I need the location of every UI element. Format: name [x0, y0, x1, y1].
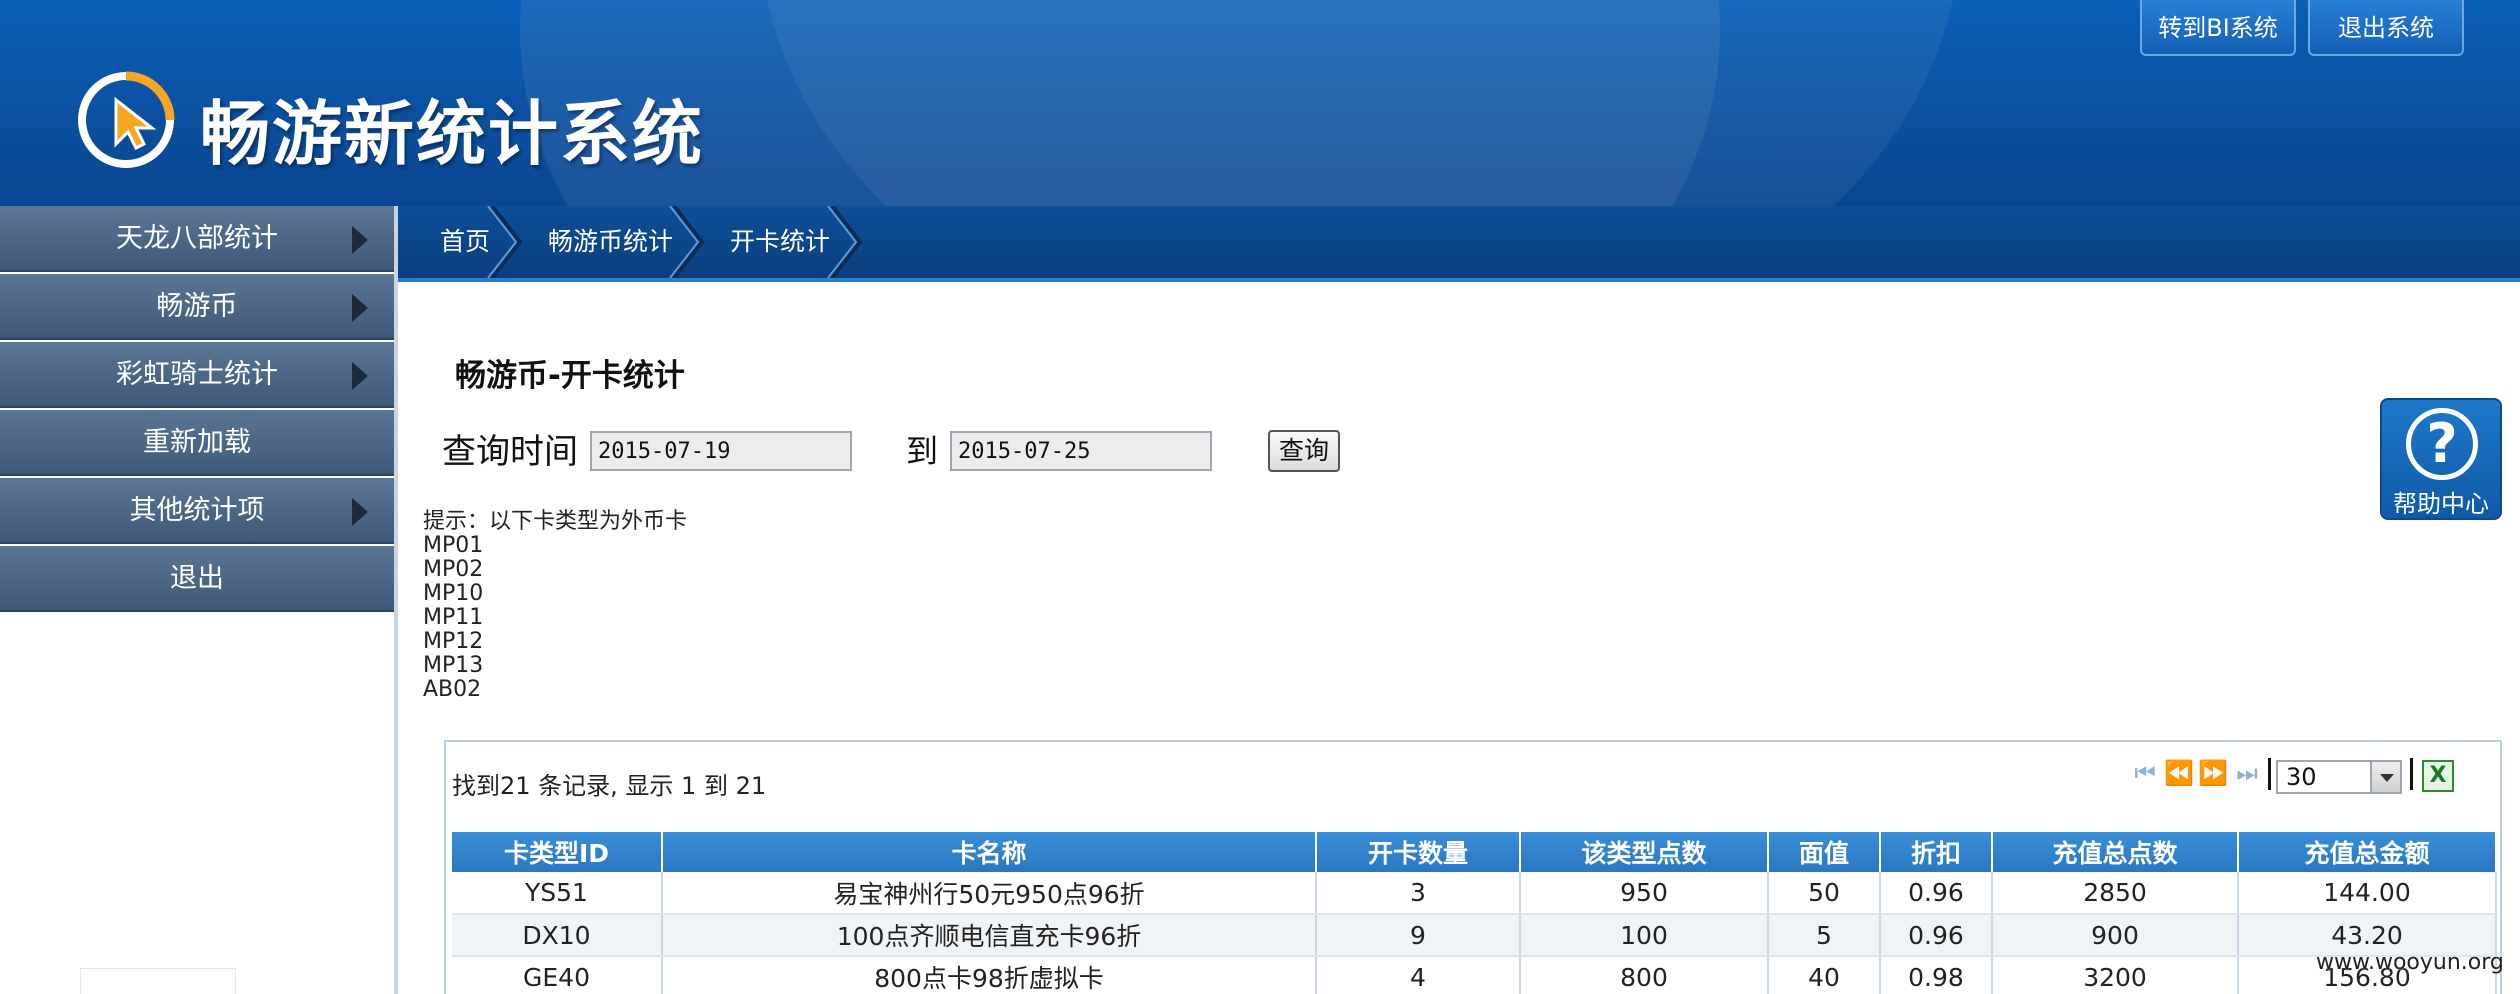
column-header[interactable]: 充值总点数	[1992, 832, 2239, 872]
table-cell: 950	[1520, 872, 1769, 915]
sidebar-item-rainbow-knight[interactable]: 彩虹骑士统计	[0, 342, 394, 408]
table-cell: 900	[1992, 914, 2239, 957]
end-date-input[interactable]	[950, 431, 1212, 471]
table-cell: YS51	[452, 872, 663, 915]
sidebar-item-label: 彩虹骑士统计	[116, 359, 278, 390]
hint-code: MP01	[423, 533, 484, 558]
data-grid: 找到21 条记录, 显示 1 到 21 ⏮ ⏪ ⏩ ⏭ 30 X 卡类型ID 卡…	[444, 740, 2502, 994]
start-date-input[interactable]	[590, 431, 852, 471]
hint-code: MP13	[423, 653, 484, 678]
logout-system-button[interactable]: 退出系统	[2308, 0, 2464, 56]
submenu-arrow-icon	[352, 362, 368, 390]
hint-code: AB02	[423, 677, 482, 702]
table-cell: 50	[1768, 872, 1881, 915]
table-cell: GE40	[452, 956, 663, 994]
table-cell: 5	[1768, 914, 1881, 957]
help-center-label: 帮助中心	[2393, 490, 2489, 518]
breadcrumb: 首页 畅游币统计 开卡统计	[398, 206, 2520, 282]
submenu-arrow-icon	[352, 498, 368, 526]
logo-icon	[78, 71, 175, 168]
hint-code: MP11	[423, 605, 484, 630]
breadcrumb-separator-icon	[827, 206, 863, 278]
column-header[interactable]: 卡名称	[662, 832, 1317, 872]
sidebar-item-tianlong[interactable]: 天龙八部统计	[0, 206, 394, 272]
table-cell: 800	[1520, 956, 1769, 994]
go-to-bi-button[interactable]: 转到BI系统	[2140, 0, 2296, 56]
breadcrumb-card-stats[interactable]: 开卡统计	[730, 206, 830, 278]
sidebar-divider	[394, 206, 398, 994]
table-cell: 2850	[1992, 872, 2239, 915]
app-header: 畅游新统计系统 转到BI系统 退出系统	[0, 0, 2520, 206]
table-cell: 易宝神州行50元950点96折	[662, 872, 1317, 915]
table-cell: 3	[1316, 872, 1521, 915]
table-row[interactable]: GE40 800点卡98折虚拟卡 4 800 40 0.98 3200 156.…	[452, 956, 2497, 994]
column-header[interactable]: 卡类型ID	[452, 832, 663, 872]
pager-divider	[2410, 758, 2413, 790]
sidebar-item-label: 其他统计项	[129, 495, 265, 526]
sidebar-item-exit[interactable]: 退出	[0, 546, 394, 612]
question-icon: ?	[2406, 408, 2478, 480]
table-cell: 0.96	[1880, 872, 1993, 915]
table-cell: 800点卡98折虚拟卡	[662, 956, 1317, 994]
table-cell: 0.98	[1880, 956, 1993, 994]
column-header[interactable]: 折扣	[1880, 832, 1993, 872]
submenu-arrow-icon	[352, 294, 368, 322]
to-label: 到	[906, 432, 939, 470]
first-page-icon[interactable]: ⏮	[2130, 758, 2160, 788]
sidebar-item-label: 退出	[170, 563, 224, 594]
help-center-button[interactable]: ? 帮助中心	[2380, 398, 2502, 520]
excel-export-icon[interactable]: X	[2422, 760, 2454, 792]
column-header[interactable]: 充值总金额	[2238, 832, 2497, 872]
table-cell: DX10	[452, 914, 663, 957]
breadcrumb-separator-icon	[669, 206, 705, 278]
hint-code: MP10	[423, 581, 484, 606]
table-cell: 3200	[1992, 956, 2239, 994]
sidebar: 天龙八部统计 畅游币 彩虹骑士统计 重新加载 其他统计项 退出	[0, 206, 394, 994]
sidebar-item-changyou-coin[interactable]: 畅游币	[0, 274, 394, 340]
table-cell: 4	[1316, 956, 1521, 994]
card-stats-table: 卡类型ID 卡名称 开卡数量 该类型点数 面值 折扣 充值总点数 充值总金额 Y…	[452, 832, 2497, 994]
breadcrumb-separator-icon	[487, 206, 523, 278]
sidebar-item-other-stats[interactable]: 其他统计项	[0, 478, 394, 544]
query-button[interactable]: 查询	[1268, 430, 1340, 472]
prev-page-icon[interactable]: ⏪	[2164, 758, 2194, 788]
hint-title: 提示：以下卡类型为外币卡	[423, 509, 688, 534]
breadcrumb-home[interactable]: 首页	[440, 206, 490, 278]
table-row[interactable]: YS51 易宝神州行50元950点96折 3 950 50 0.96 2850 …	[452, 872, 2497, 915]
column-header[interactable]: 开卡数量	[1316, 832, 1521, 872]
pager-divider	[2268, 758, 2271, 790]
column-header[interactable]: 该类型点数	[1520, 832, 1769, 872]
sidebar-item-reload[interactable]: 重新加载	[0, 410, 394, 476]
app-title: 畅游新统计系统	[200, 93, 704, 175]
table-cell: 100	[1520, 914, 1769, 957]
table-cell: 40	[1768, 956, 1881, 994]
sidebar-item-label: 重新加载	[143, 427, 251, 458]
breadcrumb-changyou-coin[interactable]: 畅游币统计	[548, 206, 673, 278]
chevron-down-icon[interactable]	[2370, 762, 2400, 792]
query-time-label: 查询时间	[442, 432, 578, 472]
watermark: www.wooyun.org	[2316, 950, 2504, 975]
table-cell: 100点齐顺电信直充卡96折	[662, 914, 1317, 957]
last-page-icon[interactable]: ⏭	[2232, 758, 2262, 788]
foreign-card-hint: 提示：以下卡类型为外币卡 MP01 MP02 MP10 MP11 MP12 MP…	[423, 510, 687, 702]
pager: ⏮ ⏪ ⏩ ⏭ 30 X	[2130, 752, 2490, 794]
next-page-icon[interactable]: ⏩	[2198, 758, 2228, 788]
table-cell: 0.96	[1880, 914, 1993, 957]
table-cell: 144.00	[2238, 872, 2497, 915]
hint-code: MP02	[423, 557, 484, 582]
sidebar-item-label: 天龙八部统计	[116, 223, 278, 254]
sidebar-item-label: 畅游币	[156, 291, 238, 322]
record-summary: 找到21 条记录, 显示 1 到 21	[452, 772, 767, 800]
column-header[interactable]: 面值	[1768, 832, 1881, 872]
hint-code: MP12	[423, 629, 484, 654]
header-decoration	[760, 0, 1960, 206]
table-header-row: 卡类型ID 卡名称 开卡数量 该类型点数 面值 折扣 充值总点数 充值总金额	[452, 832, 2497, 872]
page-size-select[interactable]: 30	[2276, 760, 2402, 794]
submenu-arrow-icon	[352, 226, 368, 254]
page-title: 畅游币-开卡统计	[455, 358, 685, 394]
page-size-value: 30	[2286, 763, 2317, 791]
sidebar-footer-tab	[80, 968, 236, 994]
table-cell: 9	[1316, 914, 1521, 957]
table-row[interactable]: DX10 100点齐顺电信直充卡96折 9 100 5 0.96 900 43.…	[452, 914, 2497, 957]
